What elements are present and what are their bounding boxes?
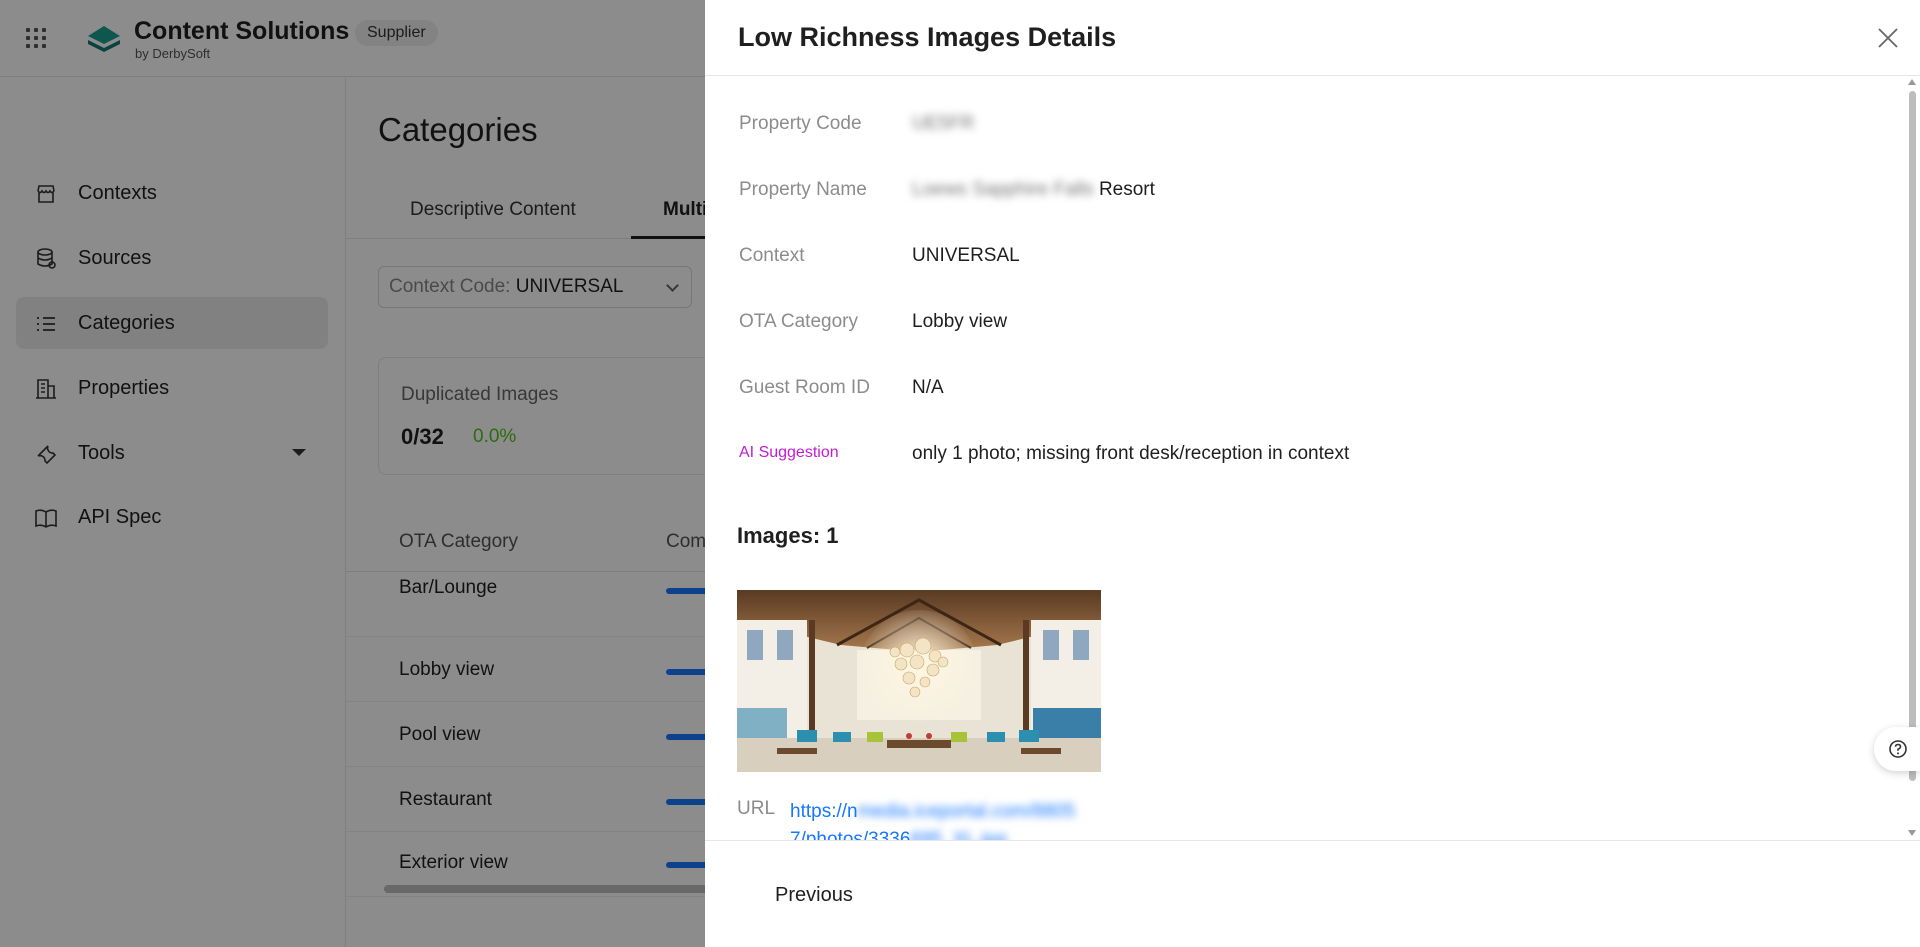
image-url-link[interactable]: https://nmedia.iceportal.com/8805 7/photo… [790, 798, 1110, 840]
images-count-title: Images: 1 [737, 523, 839, 548]
url-line2-blurred: 695_XL.jpg [910, 829, 1007, 840]
drawer-title: Low Richness Images Details [738, 22, 1117, 52]
property-name-label: Property Name [739, 179, 867, 200]
property-name-value: Loews Sapphire Falls Resort [912, 179, 1155, 201]
drawer-footer: Previous [705, 840, 1920, 947]
ota-category-value: Lobby view [912, 311, 1008, 332]
guest-room-id-label: Guest Room ID [739, 377, 870, 398]
drawer-body: Property Code UE5FR Property Name Loews … [705, 77, 1920, 840]
context-label: Context [739, 245, 805, 266]
url-label: URL [737, 798, 776, 819]
property-code-value: UE5FR [912, 113, 975, 134]
vertical-scrollbar[interactable] [1904, 77, 1920, 840]
property-name-blurred: Loews Sapphire Falls [912, 179, 1094, 200]
url-line2-visible: 7/photos/3336 [790, 829, 911, 840]
question-circle-icon [1889, 740, 1907, 758]
ai-suggestion-value: only 1 photo; missing front desk/recepti… [912, 443, 1350, 464]
help-button[interactable] [1874, 727, 1920, 771]
guest-room-id-value: N/A [912, 377, 944, 398]
ai-suggestion-label: AI Suggestion [739, 444, 839, 461]
context-value: UNIVERSAL [912, 245, 1020, 266]
url-line1-blurred: media.iceportal.com/8805 [857, 801, 1076, 822]
property-name-visible: Resort [1098, 179, 1155, 200]
details-drawer: Low Richness Images Details Property Cod… [705, 0, 1920, 947]
drawer-header: Low Richness Images Details [705, 0, 1920, 76]
url-line1-visible: https://n [790, 801, 858, 822]
previous-button[interactable]: Previous [757, 875, 871, 915]
property-code-label: Property Code [739, 113, 862, 134]
close-icon[interactable] [1874, 24, 1902, 52]
scroll-down-arrow-icon[interactable] [1908, 830, 1916, 836]
ota-category-label: OTA Category [739, 311, 858, 332]
scrollbar-thumb[interactable] [1909, 91, 1916, 781]
lobby-photo-image[interactable] [737, 590, 1101, 772]
scroll-up-arrow-icon[interactable] [1908, 79, 1916, 85]
